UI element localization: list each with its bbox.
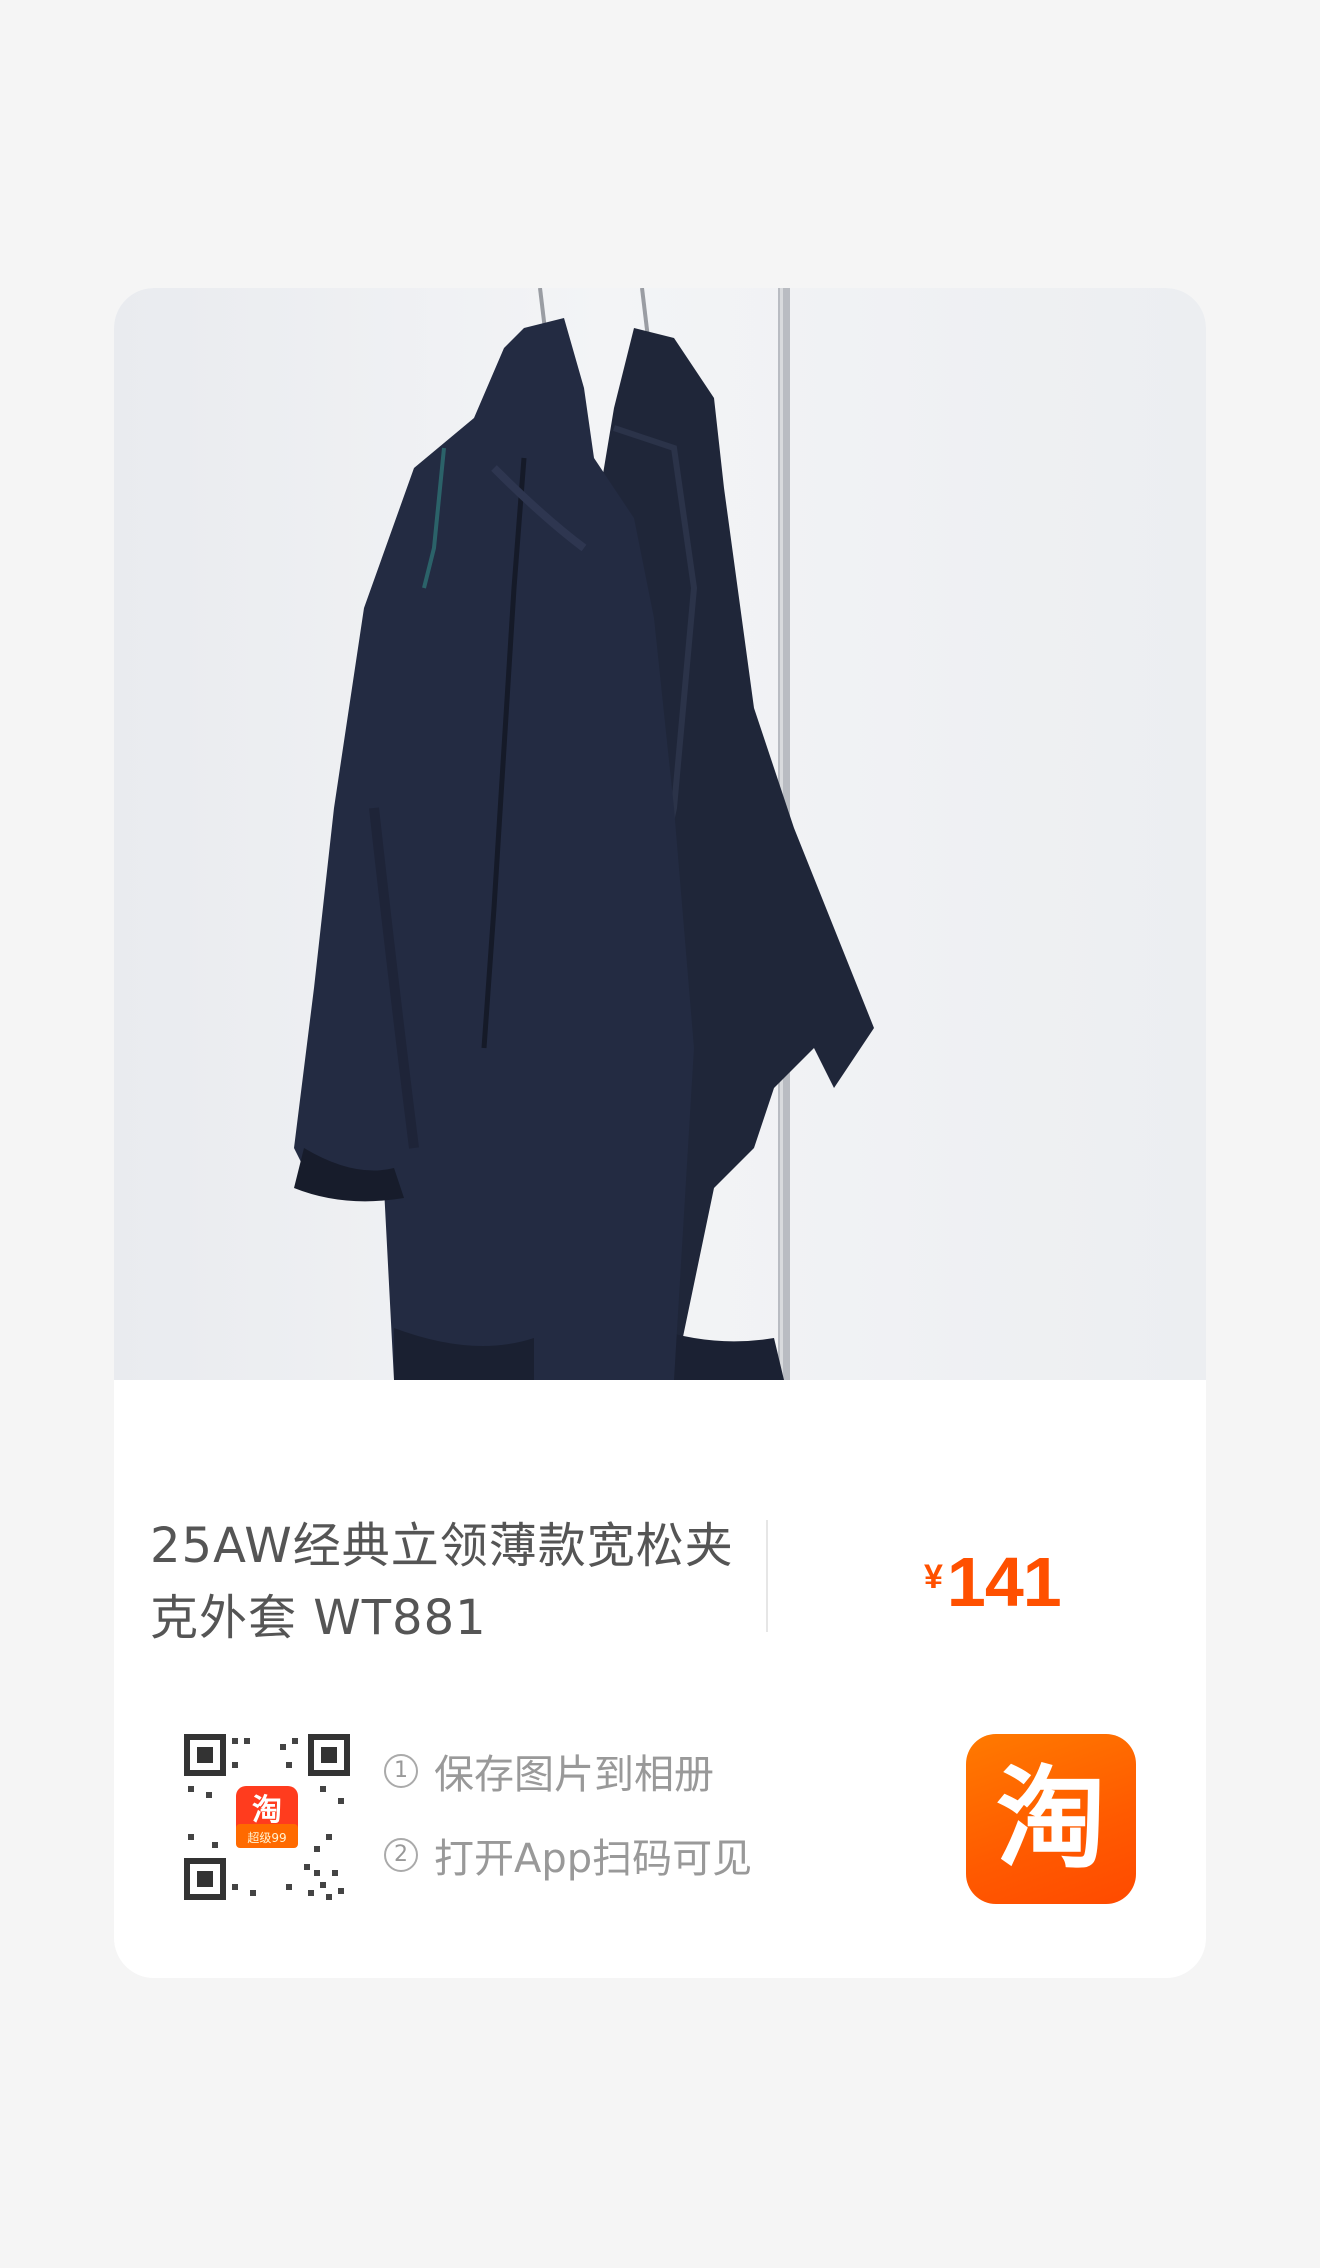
product-title-line-1: 25AW经典立领薄款宽松夹 <box>150 1518 734 1574</box>
vertical-divider <box>766 1520 768 1632</box>
price-value: 141 <box>946 1543 1062 1621</box>
step-open-app: 2 打开App扫码可见 <box>384 1820 752 1890</box>
product-image <box>114 288 1206 1380</box>
step-1-text: 保存图片到相册 <box>434 1752 714 1798</box>
scan-instructions: 1 保存图片到相册 2 打开App扫码可见 <box>384 1736 752 1904</box>
qr-badge-text: 淘 <box>252 1793 282 1828</box>
jackets-illustration <box>294 288 874 1380</box>
qr-code-graphic: 淘 超级99 <box>184 1734 350 1900</box>
qr-code[interactable]: 淘 超级99 <box>184 1734 350 1900</box>
price-currency: ¥ <box>924 1558 943 1596</box>
step-1-number: 1 <box>384 1754 418 1788</box>
product-title-line-2: 克外套 WT881 <box>150 1590 487 1646</box>
taobao-app-icon[interactable]: 淘 <box>966 1734 1136 1904</box>
qr-badge-subtext: 超级99 <box>247 1830 286 1845</box>
taobao-logo-glyph: 淘 <box>996 1755 1106 1883</box>
step-2-number: 2 <box>384 1838 418 1872</box>
product-price: ¥141 <box>924 1542 1062 1622</box>
product-share-card: 25AW经典立领薄款宽松夹 克外套 WT881 ¥141 淘 超级99 1 保存… <box>114 288 1206 1978</box>
step-2-text: 打开App扫码可见 <box>434 1836 753 1882</box>
step-save-image: 1 保存图片到相册 <box>384 1736 752 1806</box>
product-title[interactable]: 25AW经典立领薄款宽松夹 克外套 WT881 <box>150 1510 750 1654</box>
